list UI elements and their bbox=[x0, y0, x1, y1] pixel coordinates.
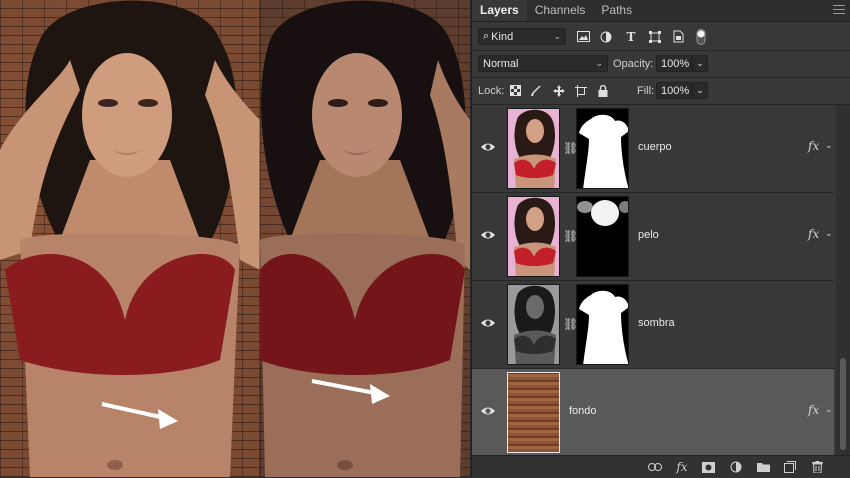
lock-all-icon[interactable] bbox=[596, 84, 610, 98]
layer-mask-thumbnail[interactable] bbox=[576, 196, 629, 277]
add-style-icon[interactable]: fx bbox=[675, 460, 689, 474]
visibility-eye-icon[interactable] bbox=[480, 229, 496, 241]
chevron-down-icon: ⌄ bbox=[696, 58, 704, 68]
layer-row[interactable]: ⛓ pelo fx ⌄ bbox=[472, 193, 834, 281]
tab-layers[interactable]: Layers bbox=[472, 0, 527, 21]
lock-label: Lock: bbox=[478, 84, 505, 97]
document-canvas[interactable] bbox=[0, 0, 470, 477]
mask-link-icon[interactable]: ⛓ bbox=[563, 317, 578, 331]
layer-thumbnail[interactable] bbox=[507, 284, 560, 365]
adjustment-icon[interactable] bbox=[599, 30, 613, 44]
chevron-down-icon: ⌄ bbox=[553, 31, 561, 41]
layer-list: ⛓ cuerpo fx ⌄ ⛓ pelo fx ⌄ ⛓ sombra fondo… bbox=[472, 105, 834, 457]
smart-object-icon[interactable] bbox=[671, 30, 685, 44]
filter-row: ⌕ Kind ⌄ T bbox=[472, 24, 850, 49]
blend-mode-select[interactable]: Normal ⌄ bbox=[478, 55, 608, 72]
new-group-icon[interactable] bbox=[756, 460, 770, 474]
visibility-eye-icon[interactable] bbox=[480, 405, 496, 417]
search-icon: ⌕ bbox=[483, 30, 490, 42]
layer-name[interactable]: fondo bbox=[569, 405, 597, 417]
layer-row[interactable]: ⛓ cuerpo fx ⌄ bbox=[472, 105, 834, 193]
divider bbox=[472, 77, 850, 78]
opacity-label: Opacity: bbox=[613, 57, 654, 70]
panel-menu-icon[interactable] bbox=[833, 5, 845, 15]
chevron-down-icon: ⌄ bbox=[696, 85, 704, 95]
kind-filter-select[interactable]: ⌕ Kind ⌄ bbox=[478, 28, 566, 45]
kind-filter-label: Kind bbox=[491, 30, 514, 43]
delete-icon[interactable] bbox=[810, 460, 824, 474]
layer-row[interactable]: ⛓ sombra bbox=[472, 281, 834, 369]
chevron-down-icon[interactable]: ⌄ bbox=[825, 140, 833, 151]
chevron-down-icon[interactable]: ⌄ bbox=[825, 404, 833, 415]
tab-channels[interactable]: Channels bbox=[527, 0, 594, 21]
lock-row: Lock: Fill: 100% ⌄ bbox=[472, 79, 850, 102]
after-image bbox=[260, 0, 470, 477]
model-figure bbox=[0, 0, 260, 477]
add-mask-icon[interactable] bbox=[701, 460, 715, 474]
layer-mask-thumbnail[interactable] bbox=[576, 108, 629, 189]
visibility-eye-icon[interactable] bbox=[480, 317, 496, 329]
lock-pixels-icon[interactable] bbox=[508, 84, 522, 98]
new-layer-icon[interactable] bbox=[783, 460, 797, 474]
model-figure-adjusted bbox=[260, 0, 470, 477]
new-adjustment-icon[interactable] bbox=[729, 460, 743, 474]
before-image bbox=[0, 0, 260, 477]
opacity-input[interactable]: 100% bbox=[656, 55, 692, 72]
lock-artboard-icon[interactable] bbox=[574, 84, 588, 98]
layer-effects-icon[interactable]: fx bbox=[808, 227, 819, 241]
layer-mask-thumbnail[interactable] bbox=[576, 284, 629, 365]
shape-icon[interactable] bbox=[648, 30, 662, 44]
link-layers-icon[interactable] bbox=[648, 460, 662, 474]
layer-thumbnail[interactable] bbox=[507, 372, 560, 453]
chevron-down-icon: ⌄ bbox=[595, 58, 603, 68]
filter-image-icon[interactable] bbox=[576, 30, 590, 44]
tab-paths[interactable]: Paths bbox=[593, 0, 640, 21]
opacity-slider-toggle[interactable]: ⌄ bbox=[692, 55, 708, 72]
panel-footer: fx bbox=[472, 455, 850, 478]
layer-name[interactable]: pelo bbox=[638, 229, 659, 241]
blend-row: Normal ⌄ Opacity: 100% ⌄ bbox=[472, 52, 850, 75]
layer-thumbnail[interactable] bbox=[507, 108, 560, 189]
layer-name[interactable]: sombra bbox=[638, 317, 675, 329]
fill-label: Fill: bbox=[637, 84, 655, 97]
layer-effects-icon[interactable]: fx bbox=[808, 403, 819, 417]
filter-toggle-icon[interactable] bbox=[694, 28, 708, 45]
panel-tabs: Layers Channels Paths bbox=[472, 0, 850, 22]
type-icon[interactable]: T bbox=[624, 30, 638, 44]
fill-slider-toggle[interactable]: ⌄ bbox=[692, 82, 708, 99]
scrollbar-thumb[interactable] bbox=[840, 358, 846, 450]
fill-value: 100% bbox=[661, 84, 690, 97]
lock-move-icon[interactable] bbox=[552, 84, 566, 98]
chevron-down-icon[interactable]: ⌄ bbox=[825, 228, 833, 239]
layer-effects-icon[interactable]: fx bbox=[808, 139, 819, 153]
lock-paint-icon[interactable] bbox=[529, 84, 543, 98]
opacity-value: 100% bbox=[661, 57, 690, 70]
layer-thumbnail[interactable] bbox=[507, 196, 560, 277]
divider bbox=[472, 50, 850, 51]
layers-panel: Layers Channels Paths ⌕ Kind ⌄ T Normal … bbox=[471, 0, 850, 478]
blend-mode-value: Normal bbox=[483, 57, 519, 70]
layer-name[interactable]: cuerpo bbox=[638, 141, 672, 153]
layer-row[interactable]: fondo fx ⌄ bbox=[472, 369, 834, 457]
visibility-eye-icon[interactable] bbox=[480, 141, 496, 153]
fill-input[interactable]: 100% bbox=[656, 82, 692, 99]
mask-link-icon[interactable]: ⛓ bbox=[563, 141, 578, 155]
mask-link-icon[interactable]: ⛓ bbox=[563, 229, 578, 243]
